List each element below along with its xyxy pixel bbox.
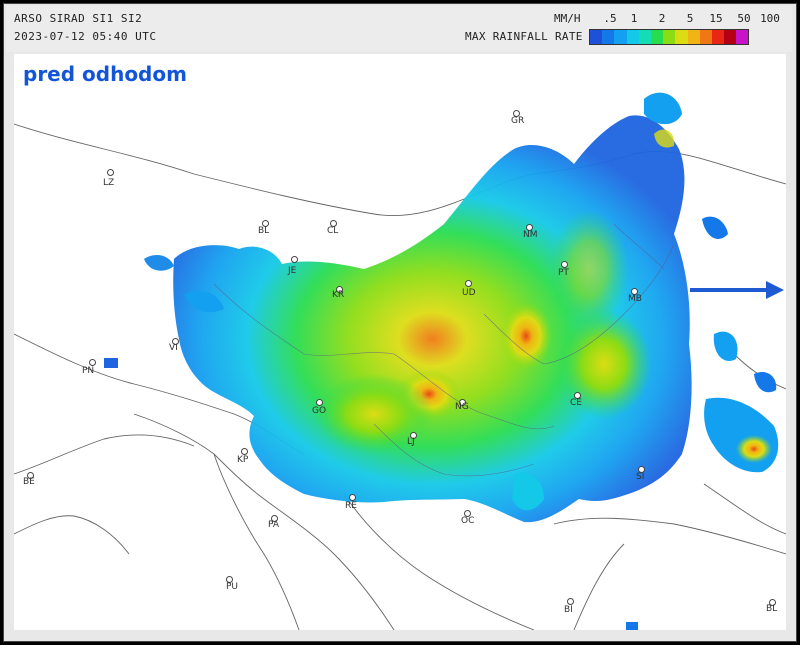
city-label: UD (462, 288, 476, 298)
city-label: VI (169, 343, 178, 353)
city-label: SI (636, 472, 645, 482)
city-marker (316, 399, 323, 406)
radar-title: ARSO SIRAD SI1 SI2 (14, 12, 143, 25)
city-label: JE (288, 266, 297, 276)
scale-swatch (736, 30, 749, 44)
legend-title: MAX RAINFALL RATE (465, 30, 583, 43)
city-marker (465, 280, 472, 287)
city-marker (567, 598, 574, 605)
radar-map: GR LZ BL CL JE KR NM PT UD PN GO LJ VI N… (14, 54, 786, 630)
scale-swatch (650, 30, 664, 44)
scale-tick: 2 (658, 12, 666, 25)
city-label: MB (628, 294, 642, 304)
scale-tick: 1 (630, 12, 638, 25)
arrow-right-icon (690, 281, 784, 299)
city-label: NG (455, 402, 469, 412)
city-label: CL (327, 226, 339, 236)
city-label: PU (226, 582, 239, 592)
color-scale-bar (589, 29, 750, 45)
city-label: KR (332, 290, 345, 300)
city-label: CE (570, 398, 582, 408)
precipitation-field (104, 92, 779, 630)
scale-tick: 50 (737, 12, 751, 25)
scale-tick: 5 (686, 12, 694, 25)
scale-swatch (638, 30, 651, 44)
scale-swatch (724, 30, 737, 44)
scale-swatch (663, 30, 676, 44)
city-label: GO (312, 406, 327, 416)
city-marker (349, 494, 356, 501)
city-label: NM (523, 230, 538, 240)
radar-header: ARSO SIRAD SI1 SI2 2023-07-12 05:40 UTC … (6, 6, 792, 52)
scale-swatch (602, 30, 615, 44)
scale-swatch (711, 30, 725, 44)
map-canvas (14, 92, 786, 630)
city-label: LZ (103, 178, 115, 188)
city-marker (107, 169, 114, 176)
city-label: BL (766, 604, 778, 614)
city-label: LJ (407, 437, 415, 447)
city-marker (561, 261, 568, 268)
city-label: KP (237, 455, 249, 465)
city-marker (89, 359, 96, 366)
scale-tick: 100 (760, 12, 780, 25)
scale-tick: 15 (709, 12, 723, 25)
city-marker (291, 256, 298, 263)
city-label: RE (345, 501, 357, 511)
scale-swatch (699, 30, 712, 44)
scale-swatch (687, 30, 700, 44)
city-label: GR (511, 116, 525, 126)
city-label: BL (258, 226, 270, 236)
city-label: BI (564, 605, 573, 615)
scale-swatch (614, 30, 627, 44)
city-label: PN (82, 366, 95, 376)
city-label: BE (23, 477, 35, 487)
overlay-caption: pred odhodom (23, 62, 187, 86)
scale-swatch (590, 30, 603, 44)
radar-timestamp: 2023-07-12 05:40 UTC (14, 30, 157, 43)
city-label: PT (558, 268, 569, 278)
city-label: OC (461, 516, 475, 526)
scale-swatch (675, 30, 688, 44)
city-label: PA (268, 520, 280, 530)
scale-tick: .5 (603, 12, 617, 25)
scale-unit: MM/H (554, 12, 581, 25)
scale-swatch (626, 30, 639, 44)
city-marker (241, 448, 248, 455)
